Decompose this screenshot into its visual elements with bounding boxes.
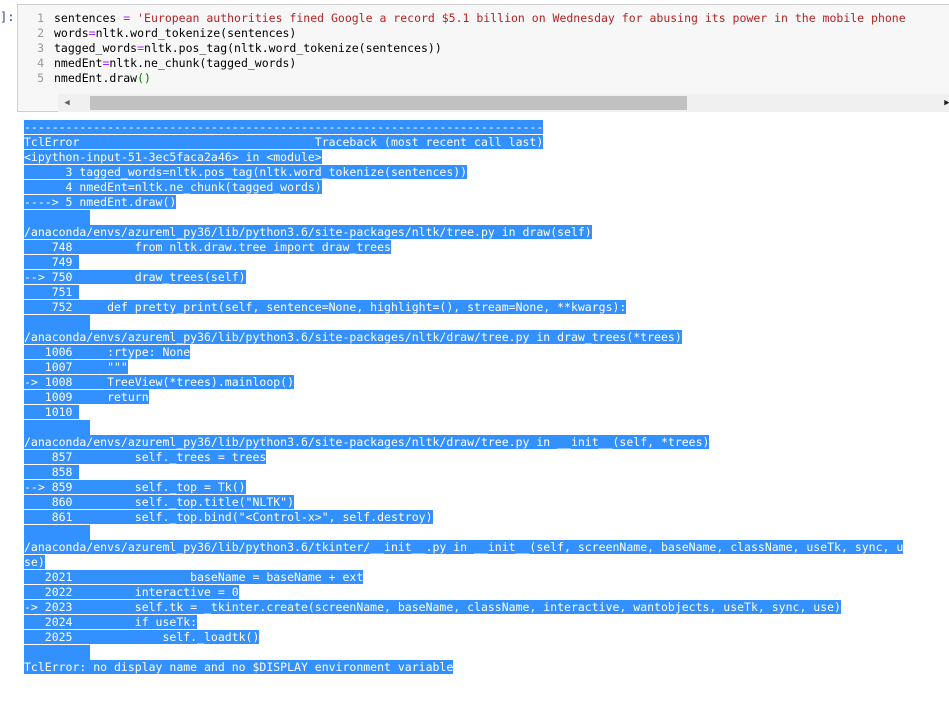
traceback-line: 748 from nltk.draw.tree import draw_tree… bbox=[24, 240, 903, 255]
traceback-line bbox=[24, 210, 903, 225]
line-number: 3 bbox=[37, 41, 44, 55]
traceback-line bbox=[24, 420, 903, 435]
selected-text: 749 bbox=[24, 255, 80, 269]
selected-text: TclError Traceback (most recent call las… bbox=[24, 135, 544, 149]
scrollbar-thumb[interactable] bbox=[90, 96, 687, 110]
traceback-line: 1009 return bbox=[24, 390, 903, 405]
traceback-line: 858 bbox=[24, 465, 903, 480]
traceback-line: 860 self._top.title("NLTK") bbox=[24, 495, 903, 510]
selected-text: 748 from nltk.draw.tree import draw_tree… bbox=[24, 240, 391, 254]
code-text: sentences = 'European authorities fined … bbox=[54, 11, 906, 25]
selected-text: ----------------------------------------… bbox=[24, 120, 544, 134]
traceback-line: se) bbox=[24, 555, 903, 570]
traceback-line bbox=[24, 525, 903, 540]
traceback-line: 751 bbox=[24, 285, 903, 300]
code-text: nmedEnt.draw() bbox=[54, 71, 151, 85]
selected-text: /anaconda/envs/azureml_py36/lib/python3.… bbox=[24, 435, 710, 449]
selected-text: 861 self._top.bind("<Control-x>", self.d… bbox=[24, 510, 433, 524]
selected-text: 857 self._trees = trees bbox=[24, 450, 267, 464]
traceback-line bbox=[24, 315, 903, 330]
selected-text bbox=[24, 420, 90, 435]
line-number: 4 bbox=[37, 56, 44, 70]
selected-text bbox=[24, 210, 90, 225]
selected-text: TclError: no display name and no $DISPLA… bbox=[24, 660, 454, 674]
code-line[interactable]: 4 nmedEnt=nltk.ne_chunk(tagged_words) bbox=[18, 56, 906, 71]
traceback-line: --> 859 self._top = Tk() bbox=[24, 480, 903, 495]
code-line[interactable]: 2 words=nltk.word_tokenize(sentences) bbox=[18, 26, 906, 41]
traceback-line: /anaconda/envs/azureml_py36/lib/python3.… bbox=[24, 435, 903, 450]
scroll-left-arrow-icon[interactable]: ◀ bbox=[60, 96, 74, 110]
selected-text bbox=[24, 645, 90, 660]
code-text: nmedEnt=nltk.ne_chunk(tagged_words) bbox=[54, 56, 297, 70]
line-number: 1 bbox=[37, 11, 44, 25]
selected-text: 1009 return bbox=[24, 390, 149, 404]
cell-prompt-indicator: ]: bbox=[0, 10, 15, 24]
traceback-line: 1007 """ bbox=[24, 360, 903, 375]
selected-text: se) bbox=[24, 555, 45, 569]
selected-text: 1007 """ bbox=[24, 360, 128, 374]
selected-text: /anaconda/envs/azureml_py36/lib/python3.… bbox=[24, 225, 592, 239]
selected-text: 2022 interactive = 0 bbox=[24, 585, 239, 599]
traceback-line: 1006 :rtype: None bbox=[24, 345, 903, 360]
selected-text: --> 859 self._top = Tk() bbox=[24, 480, 246, 494]
selected-text: 1006 :rtype: None bbox=[24, 345, 191, 359]
traceback-line: 752 def pretty_print(self, sentence=None… bbox=[24, 300, 903, 315]
traceback-line: 861 self._top.bind("<Control-x>", self.d… bbox=[24, 510, 903, 525]
traceback-line bbox=[24, 645, 903, 660]
traceback-line: ----------------------------------------… bbox=[24, 120, 903, 135]
line-number: 5 bbox=[37, 71, 44, 85]
selected-text: 3 tagged_words=nltk.pos_tag(nltk.word_to… bbox=[24, 165, 468, 179]
selected-text: 860 self._top.title("NLTK") bbox=[24, 495, 295, 509]
traceback-line: 749 bbox=[24, 255, 903, 270]
traceback-line: TclError: no display name and no $DISPLA… bbox=[24, 660, 903, 675]
selected-text bbox=[24, 315, 90, 330]
selected-text: 2024 if useTk: bbox=[24, 615, 198, 629]
selected-text: 2025 self._loadtk() bbox=[24, 630, 260, 644]
selected-text: 752 def pretty_print(self, sentence=None… bbox=[24, 300, 627, 314]
error-traceback-output: ----------------------------------------… bbox=[24, 120, 904, 675]
traceback-line: 3 tagged_words=nltk.pos_tag(nltk.word_to… bbox=[24, 165, 903, 180]
traceback-line: /anaconda/envs/azureml_py36/lib/python3.… bbox=[24, 540, 904, 555]
traceback-line: 4 nmedEnt=nltk.ne_chunk(tagged_words) bbox=[24, 180, 903, 195]
horizontal-scrollbar[interactable]: ◀ ▶ bbox=[58, 94, 949, 112]
selected-text: <ipython-input-51-3ec5faca2a46> in <modu… bbox=[24, 150, 322, 164]
traceback-line: --> 750 draw_trees(self) bbox=[24, 270, 903, 285]
traceback-line: -> 1008 TreeView(*trees).mainloop() bbox=[24, 375, 903, 390]
scroll-right-arrow-icon[interactable]: ▶ bbox=[940, 96, 949, 110]
selected-text: 751 bbox=[24, 285, 80, 299]
code-text: words=nltk.word_tokenize(sentences) bbox=[54, 26, 297, 40]
code-line[interactable]: 3 tagged_words=nltk.pos_tag(nltk.word_tok… bbox=[18, 41, 906, 56]
selected-text: /anaconda/envs/azureml_py36/lib/python3.… bbox=[24, 540, 904, 554]
traceback-line: /anaconda/envs/azureml_py36/lib/python3.… bbox=[24, 225, 903, 240]
traceback-line: 2021 baseName = baseName + ext bbox=[24, 570, 903, 585]
selected-text: 1010 bbox=[24, 405, 80, 419]
code-line[interactable]: 5 nmedEnt.draw() bbox=[18, 71, 906, 86]
traceback-line: ----> 5 nmedEnt.draw() bbox=[24, 195, 903, 210]
traceback-line: <ipython-input-51-3ec5faca2a46> in <modu… bbox=[24, 150, 903, 165]
selected-text: --> 750 draw_trees(self) bbox=[24, 270, 246, 284]
selected-text: -> 2023 self.tk = _tkinter.create(screen… bbox=[24, 600, 841, 614]
selected-text bbox=[24, 525, 90, 540]
traceback-line: 857 self._trees = trees bbox=[24, 450, 903, 465]
traceback-line: 2022 interactive = 0 bbox=[24, 585, 903, 600]
selected-text: -> 1008 TreeView(*trees).mainloop() bbox=[24, 375, 295, 389]
selected-text: 4 nmedEnt=nltk.ne_chunk(tagged_words) bbox=[24, 180, 322, 194]
code-editor[interactable]: 1 sentences = 'European authorities fined… bbox=[18, 11, 906, 86]
traceback-line: /anaconda/envs/azureml_py36/lib/python3.… bbox=[24, 330, 903, 345]
traceback-line: TclError Traceback (most recent call las… bbox=[24, 135, 903, 150]
selected-text: /anaconda/envs/azureml_py36/lib/python3.… bbox=[24, 330, 682, 344]
code-text: tagged_words=nltk.pos_tag(nltk.word_toke… bbox=[54, 41, 442, 55]
selected-text: 2021 baseName = baseName + ext bbox=[24, 570, 364, 584]
code-line[interactable]: 1 sentences = 'European authorities fined… bbox=[18, 11, 906, 26]
traceback-line: 2025 self._loadtk() bbox=[24, 630, 903, 645]
traceback-line: -> 2023 self.tk = _tkinter.create(screen… bbox=[24, 600, 903, 615]
line-number: 2 bbox=[37, 26, 44, 40]
code-cell[interactable]: 1 sentences = 'European authorities fined… bbox=[17, 4, 949, 112]
selected-text: 858 bbox=[24, 465, 80, 479]
traceback-line: 1010 bbox=[24, 405, 903, 420]
selected-text: ----> 5 nmedEnt.draw() bbox=[24, 195, 177, 209]
traceback-line: 2024 if useTk: bbox=[24, 615, 903, 630]
